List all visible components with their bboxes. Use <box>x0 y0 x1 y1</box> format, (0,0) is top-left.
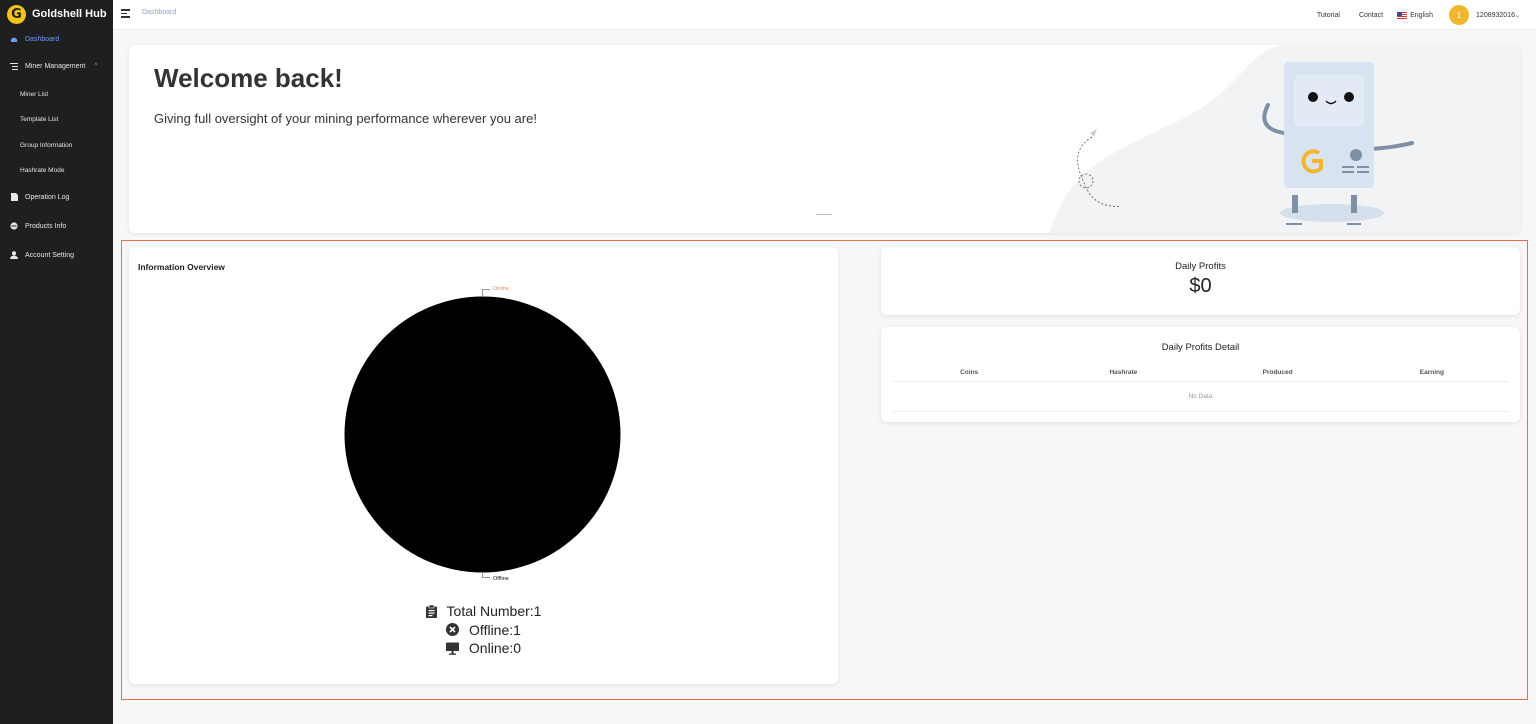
monitor-icon <box>445 642 459 655</box>
sidebar-item-group-information[interactable]: Group Information <box>0 135 113 155</box>
list-icon <box>10 62 18 70</box>
overview-title: Information Overview <box>138 262 225 272</box>
pie-label-online: Online <box>493 286 509 292</box>
welcome-banner: Welcome back! Giving full oversight of y… <box>129 45 1520 233</box>
sidebar-item-label: Template List <box>20 115 59 123</box>
menu-toggle-icon[interactable] <box>121 9 130 19</box>
sidebar-item-hashrate-mode[interactable]: Hashrate Mode <box>0 160 113 180</box>
pie-slice-offline[interactable] <box>344 296 621 573</box>
status-pie-chart[interactable] <box>344 296 621 573</box>
clipboard-icon <box>425 604 437 618</box>
table-empty-state: No Data <box>892 382 1509 412</box>
contact-link[interactable]: Contact <box>1359 12 1383 19</box>
tutorial-link[interactable]: Tutorial <box>1317 12 1340 19</box>
sidebar-item-label: Products Info <box>25 222 67 230</box>
avatar[interactable]: 1 <box>1449 5 1470 25</box>
online-count: Online:0 <box>468 640 522 656</box>
breadcrumb[interactable]: Dashboard <box>142 9 176 16</box>
column-header-hashrate[interactable]: Hashrate <box>1046 369 1200 376</box>
sidebar-item-miner-list[interactable]: Miner List <box>0 84 113 104</box>
user-icon <box>10 251 18 259</box>
column-header-earning[interactable]: Earning <box>1355 369 1509 376</box>
product-icon <box>10 222 18 230</box>
goldshell-logo-icon: G <box>7 4 26 24</box>
overview-stats: Total Number:1 Offline:1 Online:0 <box>129 602 838 658</box>
offline-count: Offline:1 <box>469 621 521 638</box>
sidebar-item-dashboard[interactable]: Dashboard <box>0 28 113 50</box>
sidebar-item-miner-management[interactable]: Miner Management ^ <box>0 55 113 77</box>
information-overview-card: Information Overview Total Number:1 Offl… <box>129 247 838 684</box>
user-menu[interactable]: 1208932016⌄ <box>1476 12 1520 19</box>
total-number-row: Total Number:1 <box>129 602 838 621</box>
carousel-indicator[interactable] <box>816 214 832 215</box>
close-circle-icon <box>446 623 460 637</box>
sidebar-item-template-list[interactable]: Template List <box>0 109 113 129</box>
sidebar-item-label: Operation Log <box>25 193 70 201</box>
sidebar-item-label: Miner List <box>20 90 49 98</box>
welcome-subtitle: Giving full oversight of your mining per… <box>154 111 537 126</box>
miner-mascot-illustration <box>1050 45 1520 233</box>
brand[interactable]: G Goldshell Hub <box>0 1 113 27</box>
online-row: Online:0 <box>129 639 838 658</box>
dashboard-icon <box>10 35 18 43</box>
column-header-coins[interactable]: Coins <box>892 369 1046 376</box>
us-flag-icon <box>1397 11 1408 19</box>
pie-leader-line <box>482 289 490 296</box>
document-icon <box>10 193 18 201</box>
chevron-up-icon: ^ <box>94 63 98 69</box>
user-id: 1208932016 <box>1476 11 1515 19</box>
welcome-title: Welcome back! <box>154 63 343 93</box>
daily-profits-detail-card: Daily Profits Detail Coins Hashrate Prod… <box>881 327 1520 422</box>
brand-title: Goldshell Hub <box>32 8 107 20</box>
sidebar-item-label: Miner Management <box>25 62 86 70</box>
daily-profits-title: Daily Profits <box>1175 261 1226 272</box>
daily-profits-card: Daily Profits $0 <box>881 247 1520 315</box>
sidebar-item-account-setting[interactable]: Account Setting <box>0 244 113 266</box>
chevron-down-icon: ⌄ <box>1514 12 1520 19</box>
sidebar-item-label: Hashrate Mode <box>20 166 65 174</box>
sidebar-item-products-info[interactable]: Products Info <box>0 215 113 237</box>
daily-profits-value: $0 <box>1189 275 1212 297</box>
total-number: Total Number:1 <box>446 603 542 619</box>
sidebar-item-label: Group Information <box>20 141 73 149</box>
pie-label-offline: Offline <box>493 576 509 582</box>
topbar: Dashboard Tutorial Contact English 1 120… <box>113 0 1536 30</box>
language-selector[interactable]: English <box>1397 11 1434 19</box>
sidebar-item-label: Dashboard <box>25 35 60 43</box>
sidebar-item-operation-log[interactable]: Operation Log <box>0 186 113 208</box>
sidebar: G Goldshell Hub Dashboard Miner Manageme… <box>0 0 113 724</box>
column-header-produced[interactable]: Produced <box>1201 369 1355 376</box>
language-label: English <box>1410 11 1434 19</box>
sidebar-item-label: Account Setting <box>25 251 75 259</box>
table-header: Coins Hashrate Produced Earning <box>892 363 1509 382</box>
offline-row: Offline:1 <box>129 621 838 640</box>
pie-leader-line <box>482 572 490 578</box>
profits-table: Coins Hashrate Produced Earning No Data <box>892 363 1509 412</box>
daily-profits-detail-title: Daily Profits Detail <box>1161 342 1240 353</box>
